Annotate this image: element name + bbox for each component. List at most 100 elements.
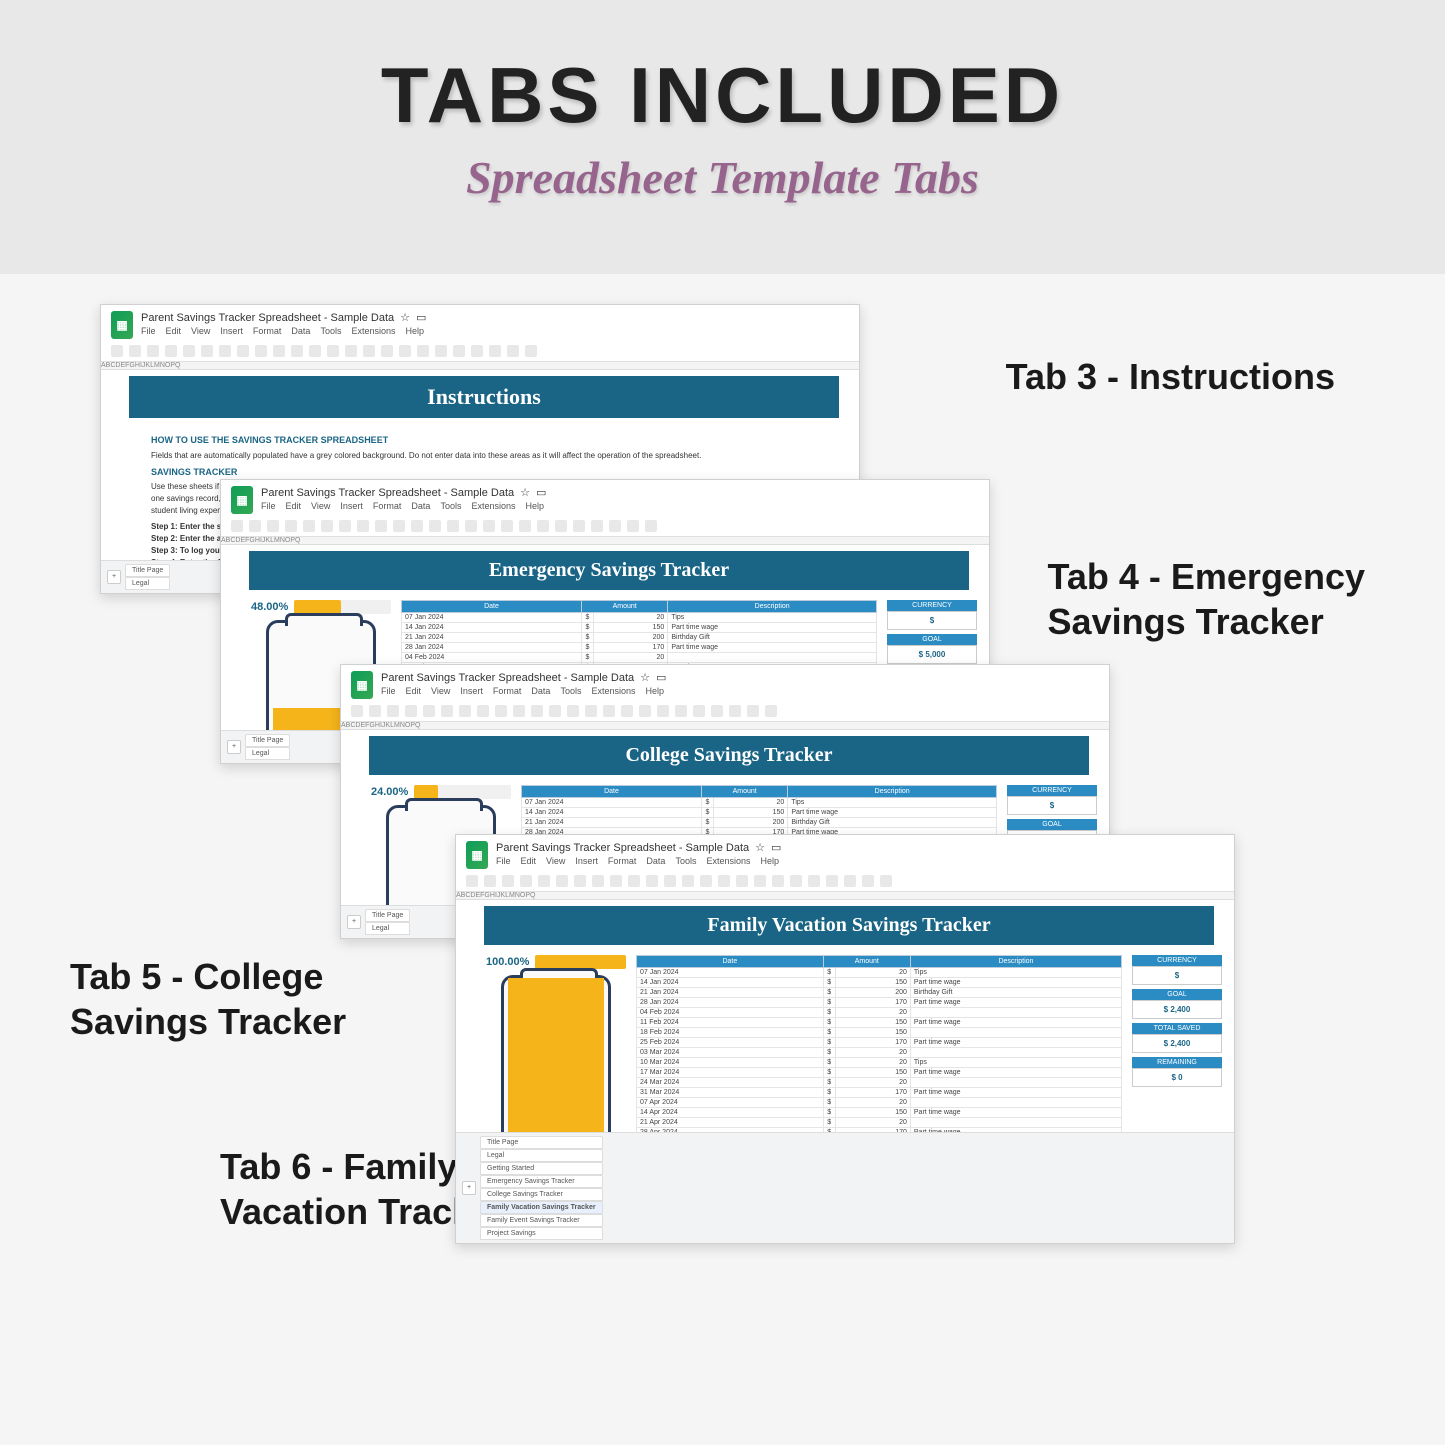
table-row[interactable]: 18 Feb 2024$150 xyxy=(637,1028,1122,1038)
tbtn-13[interactable] xyxy=(465,520,477,532)
tbtn-23[interactable] xyxy=(645,520,657,532)
add-sheet-button[interactable]: + xyxy=(227,740,241,754)
tbtn-21[interactable] xyxy=(844,875,856,887)
table-row[interactable]: 28 Jan 2024$170Part time wage xyxy=(637,998,1122,1008)
tbtn-18[interactable] xyxy=(675,705,687,717)
item-2[interactable]: View xyxy=(191,326,210,336)
toolbar[interactable] xyxy=(101,341,859,362)
tbtn-11[interactable] xyxy=(549,705,561,717)
tbtn-2[interactable] xyxy=(502,875,514,887)
tbtn-9[interactable] xyxy=(393,520,405,532)
menu-bar[interactable]: FileEditViewInsertFormatDataToolsExtensi… xyxy=(141,326,849,336)
tbtn-4[interactable] xyxy=(423,705,435,717)
table-row[interactable]: 24 Mar 2024$20 xyxy=(637,1078,1122,1088)
tbtn-22[interactable] xyxy=(627,520,639,532)
tbtn-15[interactable] xyxy=(736,875,748,887)
tbtn-15[interactable] xyxy=(501,520,513,532)
tbtn-13[interactable] xyxy=(345,345,357,357)
tbtn-18[interactable] xyxy=(555,520,567,532)
tbtn-1[interactable] xyxy=(129,345,141,357)
table-row[interactable]: 21 Jan 2024$200Birthday Gift xyxy=(522,818,997,828)
tbtn-7[interactable] xyxy=(592,875,604,887)
toolbar[interactable] xyxy=(341,701,1109,722)
tbtn-12[interactable] xyxy=(682,875,694,887)
stab-4[interactable]: College Savings Tracker xyxy=(480,1188,603,1201)
item-3[interactable]: Insert xyxy=(340,501,363,511)
tbtn-6[interactable] xyxy=(574,875,586,887)
tbtn-8[interactable] xyxy=(255,345,267,357)
tbtn-2[interactable] xyxy=(387,705,399,717)
item-3[interactable]: Insert xyxy=(460,686,483,696)
tbtn-9[interactable] xyxy=(273,345,285,357)
table-row[interactable]: 31 Mar 2024$170Part time wage xyxy=(637,1088,1122,1098)
star-icon[interactable]: ☆ xyxy=(640,671,650,684)
tbtn-4[interactable] xyxy=(303,520,315,532)
table-row[interactable]: 14 Apr 2024$150Part time wage xyxy=(637,1108,1122,1118)
tbtn-1[interactable] xyxy=(369,705,381,717)
stab-0[interactable]: Title Page xyxy=(125,564,170,577)
tbtn-21[interactable] xyxy=(489,345,501,357)
tbtn-12[interactable] xyxy=(327,345,339,357)
table-row[interactable]: 07 Apr 2024$20 xyxy=(637,1098,1122,1108)
tbtn-10[interactable] xyxy=(531,705,543,717)
stab-0[interactable]: Title Page xyxy=(245,734,290,747)
stab-0[interactable]: Title Page xyxy=(480,1136,603,1149)
item-2[interactable]: View xyxy=(311,501,330,511)
tbtn-3[interactable] xyxy=(285,520,297,532)
tbtn-13[interactable] xyxy=(585,705,597,717)
tbtn-7[interactable] xyxy=(477,705,489,717)
tbtn-0[interactable] xyxy=(466,875,478,887)
tbtn-15[interactable] xyxy=(381,345,393,357)
tbtn-14[interactable] xyxy=(718,875,730,887)
tbtn-9[interactable] xyxy=(513,705,525,717)
item-0[interactable]: File xyxy=(261,501,276,511)
item-4[interactable]: Format xyxy=(373,501,402,511)
item-16[interactable]: Q xyxy=(530,892,535,899)
item-6[interactable]: Tools xyxy=(440,501,461,511)
goal-value[interactable]: $ 2,400 xyxy=(1132,1000,1222,1019)
item-2[interactable]: View xyxy=(546,856,565,866)
stab-3[interactable]: Emergency Savings Tracker xyxy=(480,1175,603,1188)
table-row[interactable]: 10 Mar 2024$20Tips xyxy=(637,1058,1122,1068)
item-7[interactable]: Extensions xyxy=(706,856,750,866)
tbtn-16[interactable] xyxy=(519,520,531,532)
stab-2[interactable]: Getting Started xyxy=(480,1162,603,1175)
item-8[interactable]: Help xyxy=(525,501,544,511)
item-0[interactable]: File xyxy=(141,326,156,336)
item-1[interactable]: Edit xyxy=(406,686,422,696)
table-row[interactable]: 28 Jan 2024$170Part time wage xyxy=(402,643,877,653)
item-1[interactable]: Edit xyxy=(166,326,182,336)
tbtn-6[interactable] xyxy=(219,345,231,357)
table-row[interactable]: 03 Mar 2024$20 xyxy=(637,1048,1122,1058)
tbtn-16[interactable] xyxy=(754,875,766,887)
tbtn-16[interactable] xyxy=(399,345,411,357)
tbtn-0[interactable] xyxy=(351,705,363,717)
tbtn-2[interactable] xyxy=(147,345,159,357)
tbtn-14[interactable] xyxy=(363,345,375,357)
table-row[interactable]: 04 Feb 2024$20 xyxy=(402,653,877,663)
tbtn-19[interactable] xyxy=(693,705,705,717)
stab-1[interactable]: Legal xyxy=(125,577,170,590)
add-sheet-button[interactable]: + xyxy=(107,570,121,584)
tbtn-8[interactable] xyxy=(375,520,387,532)
folder-icon[interactable]: ▭ xyxy=(416,311,426,324)
menu-bar[interactable]: FileEditViewInsertFormatDataToolsExtensi… xyxy=(496,856,1224,866)
table-row[interactable]: 21 Jan 2024$200Birthday Gift xyxy=(637,988,1122,998)
tbtn-7[interactable] xyxy=(357,520,369,532)
tbtn-23[interactable] xyxy=(525,345,537,357)
table-row[interactable]: 07 Jan 2024$20Tips xyxy=(637,968,1122,978)
item-4[interactable]: Format xyxy=(493,686,522,696)
table-row[interactable]: 14 Jan 2024$150Part time wage xyxy=(637,978,1122,988)
footer-tabs[interactable]: Title PageLegal xyxy=(245,734,290,760)
tbtn-22[interactable] xyxy=(507,345,519,357)
tbtn-17[interactable] xyxy=(657,705,669,717)
add-sheet-button[interactable]: + xyxy=(347,915,361,929)
tbtn-14[interactable] xyxy=(483,520,495,532)
add-sheet-button[interactable]: + xyxy=(462,1181,476,1195)
tbtn-17[interactable] xyxy=(417,345,429,357)
tbtn-6[interactable] xyxy=(459,705,471,717)
stab-5[interactable]: Family Vacation Savings Tracker xyxy=(480,1201,603,1214)
tbtn-3[interactable] xyxy=(405,705,417,717)
item-5[interactable]: Data xyxy=(411,501,430,511)
currency-value[interactable]: $ xyxy=(1007,796,1097,815)
